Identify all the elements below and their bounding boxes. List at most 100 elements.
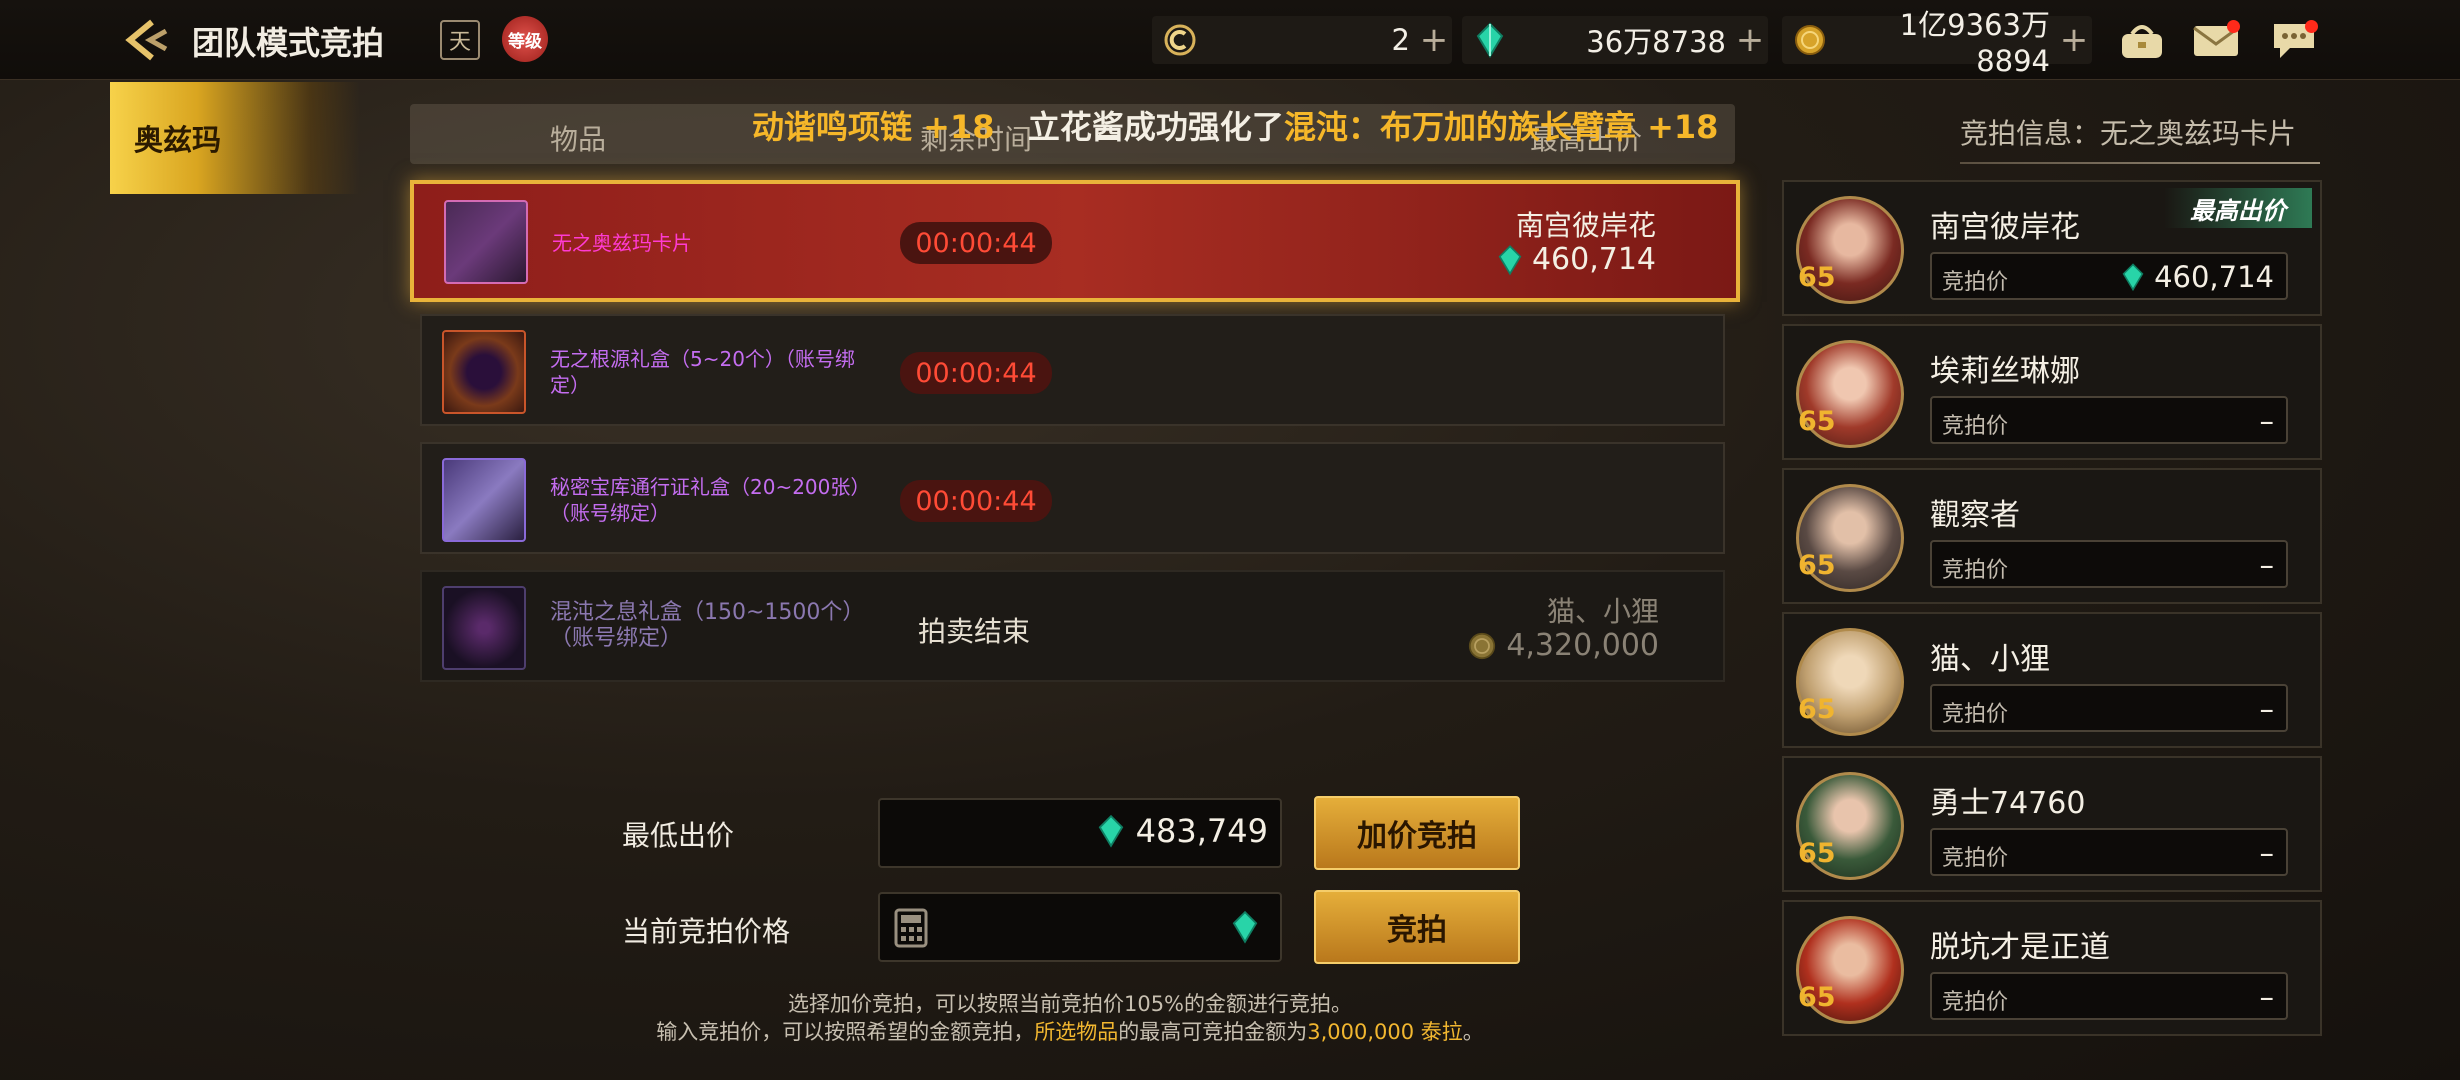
back-arrow-icon[interactable] <box>118 14 174 66</box>
gold-value: 1亿9363万8894 <box>1899 8 2050 78</box>
hint-text-a: 输入竞拍价，可以按照希望的金额竞拍， <box>656 1020 1035 1044</box>
bid-amount-value: 460,714 <box>1531 242 1656 277</box>
auction-row[interactable]: 无之根源礼盒（5~20个）（账号绑定） 00:00:44 <box>420 314 1725 426</box>
gem-icon <box>1498 244 1522 275</box>
gem-icon <box>1470 20 1510 60</box>
bid-label: 竞拍价 <box>1942 990 2009 1015</box>
col-item-header: 物品 <box>550 123 607 156</box>
calendar-icon-text: 天 <box>448 30 471 55</box>
add-gem-button[interactable]: + <box>1732 23 1768 57</box>
player-bid-value: – <box>2259 980 2275 1014</box>
bid-amount-value: 4,320,000 <box>1506 628 1659 663</box>
currency-c-coin: 2 + <box>1152 16 1452 64</box>
top-bar: 团队模式竞拍 天 等级 2 + 36万8738 + 1亿9363万8894 + <box>0 0 2460 80</box>
calculator-icon[interactable] <box>894 908 928 948</box>
hint-text-b: 所选物品 <box>1034 1020 1119 1044</box>
hint-text-c: 的最高可竞拍金额为 <box>1118 1020 1308 1044</box>
add-gold-button[interactable]: + <box>2056 23 2092 57</box>
timer: 00:00:44 <box>900 222 1052 264</box>
gift-box-icon <box>442 330 526 414</box>
player-bid-field: 竞拍价 – <box>1930 540 2288 588</box>
ticker-prefix: 动谐鸣项链 +18 <box>752 108 995 146</box>
bid-amount: 460,714 <box>1498 242 1656 277</box>
item-name: 无之根源礼盒（5~20个）（账号绑定） <box>550 347 855 397</box>
bid-info-title: 竞拍信息：无之奥兹玛卡片 <box>1960 117 2297 150</box>
top-bid-badge: 最高出价 <box>2164 188 2312 228</box>
notice-ticker: 动谐鸣项链 +18 立花酱成功强化了混沌：布万加的族长臂章 +18 <box>752 102 1718 148</box>
add-c-coin-button[interactable]: + <box>1416 23 1452 57</box>
bid-label: 竞拍价 <box>1942 270 2009 295</box>
player-card: 65 埃莉丝琳娜 竞拍价 – <box>1782 324 2322 460</box>
player-card: 65 勇士74760 竞拍价 – <box>1782 756 2322 892</box>
item-name: 秘密宝库通行证礼盒（20~200张）（账号绑定） <box>550 475 871 525</box>
player-name: 猫、小狸 <box>1930 642 2050 677</box>
gem-icon <box>1098 814 1123 848</box>
bag-icon[interactable] <box>2116 16 2168 64</box>
player-name: 南宫彼岸花 <box>1930 210 2080 245</box>
auction-row[interactable]: 无之奥兹玛卡片 00:00:44 南宫彼岸花 460,714 <box>410 180 1740 302</box>
bid-info-divider <box>1960 162 2320 164</box>
timer: 00:00:44 <box>900 352 1052 394</box>
player-bid-value: – <box>2259 836 2275 870</box>
c-coin-icon <box>1160 20 1200 60</box>
player-card: 65 觀察者 竞拍价 – <box>1782 468 2322 604</box>
auction-row[interactable]: 秘密宝库通行证礼盒（20~200张）（账号绑定） 00:00:44 <box>420 442 1725 554</box>
pass-box-icon <box>442 458 526 542</box>
player-level: 65 <box>1798 262 1836 293</box>
player-level: 65 <box>1798 982 1836 1013</box>
player-bid-field: 竞拍价 – <box>1930 684 2288 732</box>
player-card: 65 猫、小狸 竞拍价 – <box>1782 612 2322 748</box>
player-name: 觀察者 <box>1930 498 2020 533</box>
c-coin-value: 2 <box>1391 23 1410 57</box>
player-name: 勇士74760 <box>1930 786 2086 821</box>
min-bid-label: 最低出价 <box>622 819 735 852</box>
player-card: 65 南宫彼岸花 最高出价 竞拍价 460,714 <box>1782 180 2322 316</box>
mail-icon[interactable] <box>2190 16 2242 64</box>
player-level: 65 <box>1798 406 1836 437</box>
player-level: 65 <box>1798 694 1836 725</box>
player-bid-value: – <box>2259 548 2275 582</box>
bid-label: 竞拍价 <box>1942 846 2009 871</box>
player-card: 65 脱坑才是正道 竞拍价 – <box>1782 900 2322 1036</box>
timer: 00:00:44 <box>900 480 1052 522</box>
min-bid-field: 483,749 <box>878 798 1282 868</box>
level-icon-text: 等级 <box>508 31 542 52</box>
min-bid-value: 483,749 <box>1135 812 1268 850</box>
chat-icon[interactable] <box>2268 16 2320 64</box>
item-name: 混沌之息礼盒（150~1500个）（账号绑定） <box>550 600 865 651</box>
hint-text-d: 3,000,000 泰拉 <box>1307 1020 1463 1044</box>
currency-gem: 36万8738 + <box>1462 16 1768 64</box>
ticker-main: 立花酱成功强化了 <box>1027 108 1284 146</box>
auction-row[interactable]: 混沌之息礼盒（150~1500个）（账号绑定） 拍卖结束 猫、小狸 4,320,… <box>420 570 1725 682</box>
mail-notification-dot <box>2227 20 2240 33</box>
tab-ozma[interactable]: 奥兹玛 <box>110 82 360 194</box>
bid-button[interactable]: 竞拍 <box>1314 890 1520 964</box>
min-bid-display: 483,749 <box>1098 812 1268 850</box>
hint-line-2: 输入竞拍价，可以按照希望的金额竞拍，所选物品的最高可竞拍金额为3,000,000… <box>600 1016 1540 1046</box>
player-bid-field: 竞拍价 – <box>1930 396 2288 444</box>
top-bidder: 南宫彼岸花 <box>1515 209 1656 242</box>
player-bid-value: – <box>2259 404 2275 438</box>
tab-ozma-label: 奥兹玛 <box>134 123 222 157</box>
bid-input[interactable] <box>878 892 1282 962</box>
player-bid-field: 竞拍价 460,714 <box>1930 252 2288 300</box>
hint-text-e: 。 <box>1462 1020 1484 1044</box>
player-bid-field: 竞拍价 – <box>1930 972 2288 1020</box>
bid-label: 竞拍价 <box>1942 702 2009 727</box>
current-bid-label: 当前竞拍价格 <box>622 915 791 948</box>
currency-gold: 1亿9363万8894 + <box>1782 8 2092 78</box>
player-name: 脱坑才是正道 <box>1930 930 2110 965</box>
level-icon[interactable]: 等级 <box>502 16 548 62</box>
player-bid-value: – <box>2259 692 2275 726</box>
gem-icon <box>1232 910 1258 944</box>
bid-label: 竞拍价 <box>1942 414 2009 439</box>
ticker-item: 混沌：布万加的族长臂章 +18 <box>1283 108 1719 146</box>
gold-coin-icon <box>1790 20 1830 60</box>
player-bid-value: 460,714 <box>2154 260 2274 294</box>
calendar-icon[interactable]: 天 <box>440 20 480 60</box>
chat-notification-dot <box>2305 20 2318 33</box>
player-level: 65 <box>1798 550 1836 581</box>
raise-bid-button[interactable]: 加价竞拍 <box>1314 796 1520 870</box>
bid-amount: 4,320,000 <box>1468 628 1659 663</box>
gem-value: 36万8738 <box>1586 25 1726 59</box>
